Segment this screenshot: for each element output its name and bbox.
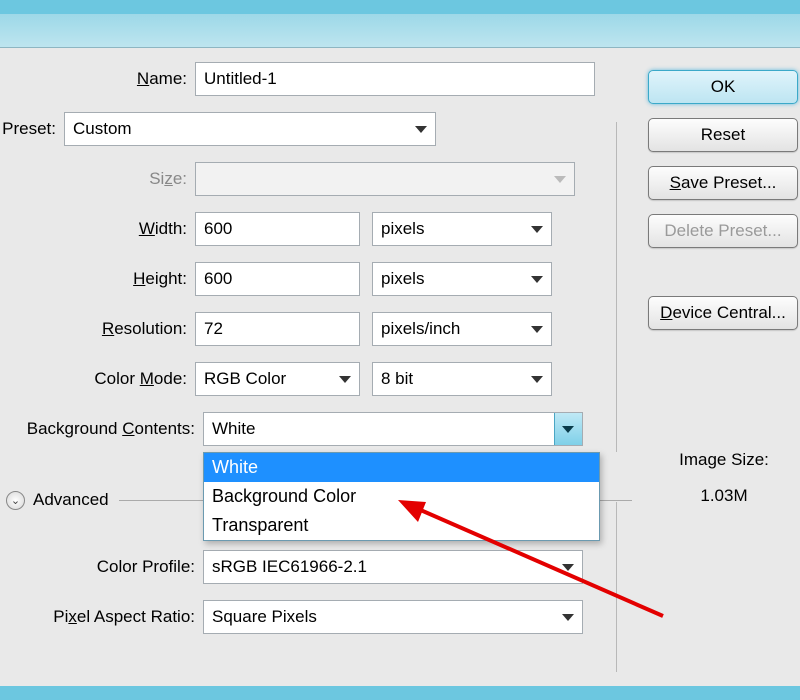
bg-option-transparent[interactable]: Transparent [204,511,599,540]
reset-button[interactable]: Reset [648,118,798,152]
chevron-down-icon [531,376,543,383]
chevron-down-icon [415,126,427,133]
resolution-label: Resolution: [0,319,195,339]
height-input[interactable] [195,262,360,296]
chevron-down-icon [531,226,543,233]
name-label: Name: [0,69,195,89]
advanced-toggle[interactable]: ⌄ [6,491,25,510]
image-size-label: Image Size: [648,450,800,470]
save-preset-button[interactable]: Save Preset... [648,166,798,200]
ok-button[interactable]: OK [648,70,798,104]
chevron-down-icon [562,426,574,433]
width-label: Width: [0,219,195,239]
size-dropdown [195,162,575,196]
chevron-down-icon [531,276,543,283]
chevron-down-icon [339,376,351,383]
color-mode-label: Color Mode: [0,369,195,389]
resolution-input[interactable] [195,312,360,346]
height-unit-dropdown[interactable]: pixels [372,262,552,296]
chevron-down-icon [562,614,574,621]
side-panel: OK Reset Save Preset... Delete Preset...… [648,70,800,690]
advanced-label: Advanced [33,490,109,510]
bit-depth-dropdown[interactable]: 8 bit [372,362,552,396]
preset-dropdown[interactable]: Custom [64,112,436,146]
divider [616,122,617,452]
chevron-down-icon [554,176,566,183]
bg-contents-dropdown-button[interactable] [554,413,582,445]
new-document-dialog: Name: Preset: Custom Size: Width: pixels [0,0,800,700]
bg-option-background-color[interactable]: Background Color [204,482,599,511]
bg-contents-options-list[interactable]: White Background Color Transparent [203,452,600,541]
color-profile-dropdown[interactable]: sRGB IEC61966-2.1 [203,550,583,584]
image-size-value: 1.03M [648,486,800,506]
pixel-aspect-dropdown[interactable]: Square Pixels [203,600,583,634]
bg-contents-label: Background Contents: [0,419,203,439]
delete-preset-button: Delete Preset... [648,214,798,248]
bg-option-white[interactable]: White [204,453,599,482]
color-profile-label: Color Profile: [0,557,203,577]
chevron-down-icon [531,326,543,333]
bg-contents-dropdown[interactable]: White [203,412,583,446]
resolution-unit-dropdown[interactable]: pixels/inch [372,312,552,346]
titlebar [0,14,800,48]
width-unit-dropdown[interactable]: pixels [372,212,552,246]
name-input[interactable] [195,62,595,96]
chevron-down-icon [562,564,574,571]
pixel-aspect-label: Pixel Aspect Ratio: [0,607,203,627]
size-label: Size: [0,169,195,189]
width-input[interactable] [195,212,360,246]
divider [616,502,617,672]
form-area: Name: Preset: Custom Size: Width: pixels [0,62,640,682]
preset-label: Preset: [0,119,64,139]
color-mode-dropdown[interactable]: RGB Color [195,362,360,396]
device-central-button[interactable]: Device Central... [648,296,798,330]
height-label: Height: [0,269,195,289]
